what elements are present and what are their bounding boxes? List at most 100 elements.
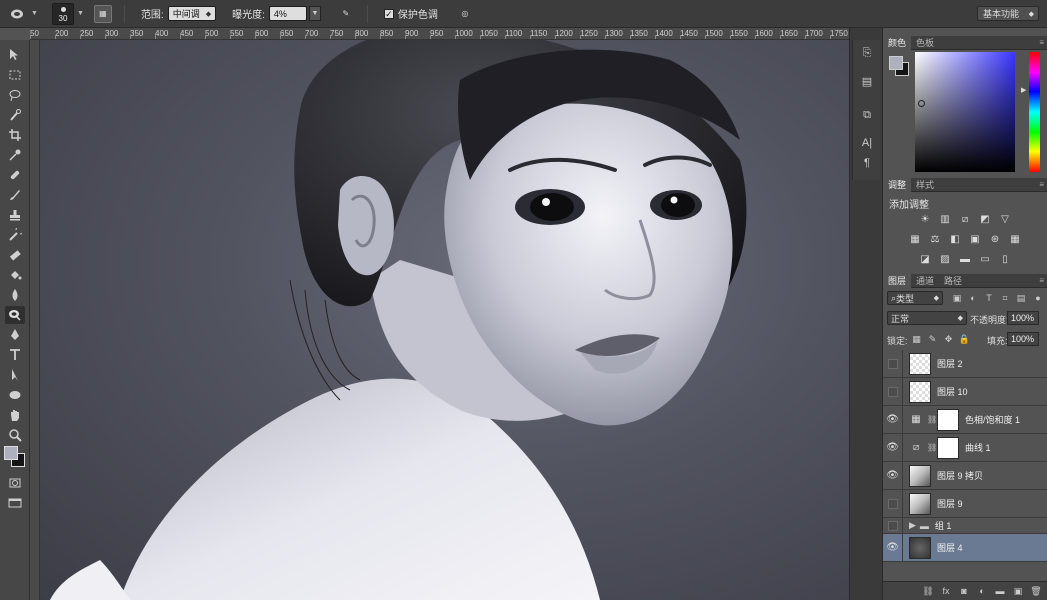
filter-smart-object-icon[interactable]: ▤ [1015, 292, 1027, 304]
invert-icon[interactable]: ◪ [917, 252, 933, 266]
paragraph-panel-icon[interactable]: ¶ [858, 154, 876, 172]
pressure-size-icon[interactable]: ◎ [456, 5, 474, 23]
foreground-color-swatch[interactable] [4, 446, 18, 460]
brush-chevron-icon[interactable]: ▼ [77, 10, 84, 17]
quick-mask-icon[interactable] [5, 474, 25, 492]
channel-mixer-icon[interactable]: ⊛ [987, 232, 1003, 246]
path-selection-tool-icon[interactable] [5, 366, 25, 384]
photo-filter-icon[interactable]: ▣ [967, 232, 983, 246]
link-layers-icon[interactable]: ⛓ [922, 585, 934, 597]
vibrance-icon[interactable]: ▽ [997, 212, 1013, 226]
new-layer-icon[interactable]: ▣ [1012, 585, 1024, 597]
layer-row[interactable]: 图层 9 [883, 489, 1047, 518]
filter-type-icon[interactable]: T [983, 292, 995, 304]
crop-tool-icon[interactable] [5, 126, 25, 144]
quick-select-tool-icon[interactable] [5, 106, 25, 124]
ellipse-tool-icon[interactable] [5, 386, 25, 404]
paint-bucket-tool-icon[interactable] [5, 266, 25, 284]
range-select[interactable]: 中间调 ◆ [167, 6, 217, 21]
color-panel-foreground[interactable] [889, 56, 903, 70]
color-balance-icon[interactable]: ⚖ [927, 232, 943, 246]
document-canvas[interactable] [40, 40, 849, 600]
move-tool-icon[interactable] [5, 46, 25, 64]
visibility-toggle[interactable] [883, 517, 903, 534]
hand-tool-icon[interactable] [5, 406, 25, 424]
curves-icon[interactable]: ⧄ [957, 212, 973, 226]
visibility-toggle[interactable] [883, 489, 903, 518]
hue-slider-handle[interactable]: ▶ [1021, 86, 1026, 94]
lock-all-icon[interactable]: 🔒 [959, 334, 970, 345]
layer-style-icon[interactable]: fx [940, 585, 952, 597]
exposure-input[interactable]: 4% [268, 6, 307, 21]
new-group-icon[interactable]: ▬ [994, 585, 1006, 597]
color-field[interactable] [915, 52, 1015, 172]
layer-group-row[interactable]: ▶ ▬ 组 1 [883, 517, 1047, 534]
eyedropper-tool-icon[interactable] [5, 146, 25, 164]
exposure-icon[interactable]: ◩ [977, 212, 993, 226]
layer-mask-thumbnail[interactable] [937, 408, 959, 431]
layer-row-selected[interactable]: 👁 图层 4 [883, 533, 1047, 562]
clone-stamp-tool-icon[interactable] [5, 206, 25, 224]
expand-arrow-icon[interactable]: ▶ [909, 520, 916, 531]
history-brush-tool-icon[interactable] [5, 226, 25, 244]
filter-toggle-icon[interactable]: ● [1032, 292, 1044, 304]
layer-filter-select[interactable]: ⌕ 类型 ◆ [887, 291, 943, 305]
hue-saturation-icon[interactable]: ▦ [907, 232, 923, 246]
color-picker-cursor[interactable] [918, 100, 925, 107]
color-lookup-icon[interactable]: ▦ [1007, 232, 1023, 246]
gradient-map-icon[interactable]: ▭ [977, 252, 993, 266]
tab-swatches[interactable]: 色板 [911, 36, 939, 50]
filter-shape-icon[interactable]: ⌗ [999, 292, 1011, 304]
panel-menu-icon[interactable]: ≡ [1039, 180, 1044, 189]
tab-styles[interactable]: 样式 [911, 178, 939, 192]
threshold-icon[interactable]: ▬ [957, 252, 973, 266]
lock-position-icon[interactable]: ✥ [943, 334, 954, 345]
new-adjustment-icon[interactable]: ◐ [976, 585, 988, 597]
pen-tool-icon[interactable] [5, 326, 25, 344]
eye-icon[interactable]: 👁 [883, 433, 903, 462]
eye-icon[interactable]: 👁 [883, 405, 903, 434]
hue-slider[interactable] [1029, 52, 1040, 172]
fill-input[interactable]: 100% [1007, 332, 1039, 346]
brightness-contrast-icon[interactable]: ☀ [917, 212, 933, 226]
selective-color-icon[interactable]: ▯ [997, 252, 1013, 266]
protect-tones-checkbox[interactable]: ✓ [383, 8, 394, 19]
filter-adjustment-icon[interactable]: ◐ [967, 292, 979, 304]
layer-row[interactable]: 👁 ⧄ ⛓ 曲线 1 [883, 433, 1047, 462]
properties-panel-icon[interactable]: ▤ [858, 72, 876, 90]
marquee-tool-icon[interactable] [5, 66, 25, 84]
delete-layer-icon[interactable]: 🗑 [1030, 585, 1042, 597]
add-mask-icon[interactable]: ◙ [958, 585, 970, 597]
screen-mode-icon[interactable] [5, 494, 25, 512]
zoom-tool-icon[interactable] [5, 426, 25, 444]
brush-tool-icon[interactable] [5, 186, 25, 204]
brush-panel-toggle-button[interactable]: ▦ [93, 4, 112, 23]
layer-row[interactable]: 图层 10 [883, 377, 1047, 406]
panel-menu-icon[interactable]: ≡ [1039, 38, 1044, 47]
actions-panel-icon[interactable]: ⧉ [858, 106, 876, 124]
type-tool-icon[interactable] [5, 346, 25, 364]
history-panel-icon[interactable]: ⎘ [858, 44, 876, 62]
lock-transparent-icon[interactable]: ▦ [911, 334, 922, 345]
blend-mode-select[interactable]: 正常 ◆ [887, 311, 967, 325]
dodge-tool-icon[interactable] [5, 306, 25, 324]
lock-image-icon[interactable]: ✎ [927, 334, 938, 345]
eye-icon[interactable]: 👁 [883, 461, 903, 490]
lasso-tool-icon[interactable] [5, 86, 25, 104]
tab-paths[interactable]: 路径 [939, 274, 967, 288]
layer-mask-thumbnail[interactable] [937, 436, 959, 459]
eraser-tool-icon[interactable] [5, 246, 25, 264]
tool-preset-picker[interactable]: ▼ [6, 0, 42, 28]
layer-row[interactable]: 👁 ▦ ⛓ 色相/饱和度 1 [883, 405, 1047, 434]
layer-row[interactable]: 👁 图层 9 拷贝 [883, 461, 1047, 490]
tab-layers[interactable]: 图层 [883, 273, 912, 288]
black-white-icon[interactable]: ◧ [947, 232, 963, 246]
exposure-slider-toggle[interactable]: ▼ [308, 6, 321, 21]
tab-color[interactable]: 颜色 [883, 35, 912, 50]
layer-row[interactable]: 图层 2 [883, 349, 1047, 378]
visibility-toggle[interactable] [883, 377, 903, 406]
workspace-select[interactable]: 基本功能 ◆ [977, 6, 1039, 21]
filter-pixel-icon[interactable]: ▣ [951, 292, 963, 304]
eye-icon[interactable]: 👁 [883, 533, 903, 562]
opacity-input[interactable]: 100% [1007, 311, 1039, 325]
